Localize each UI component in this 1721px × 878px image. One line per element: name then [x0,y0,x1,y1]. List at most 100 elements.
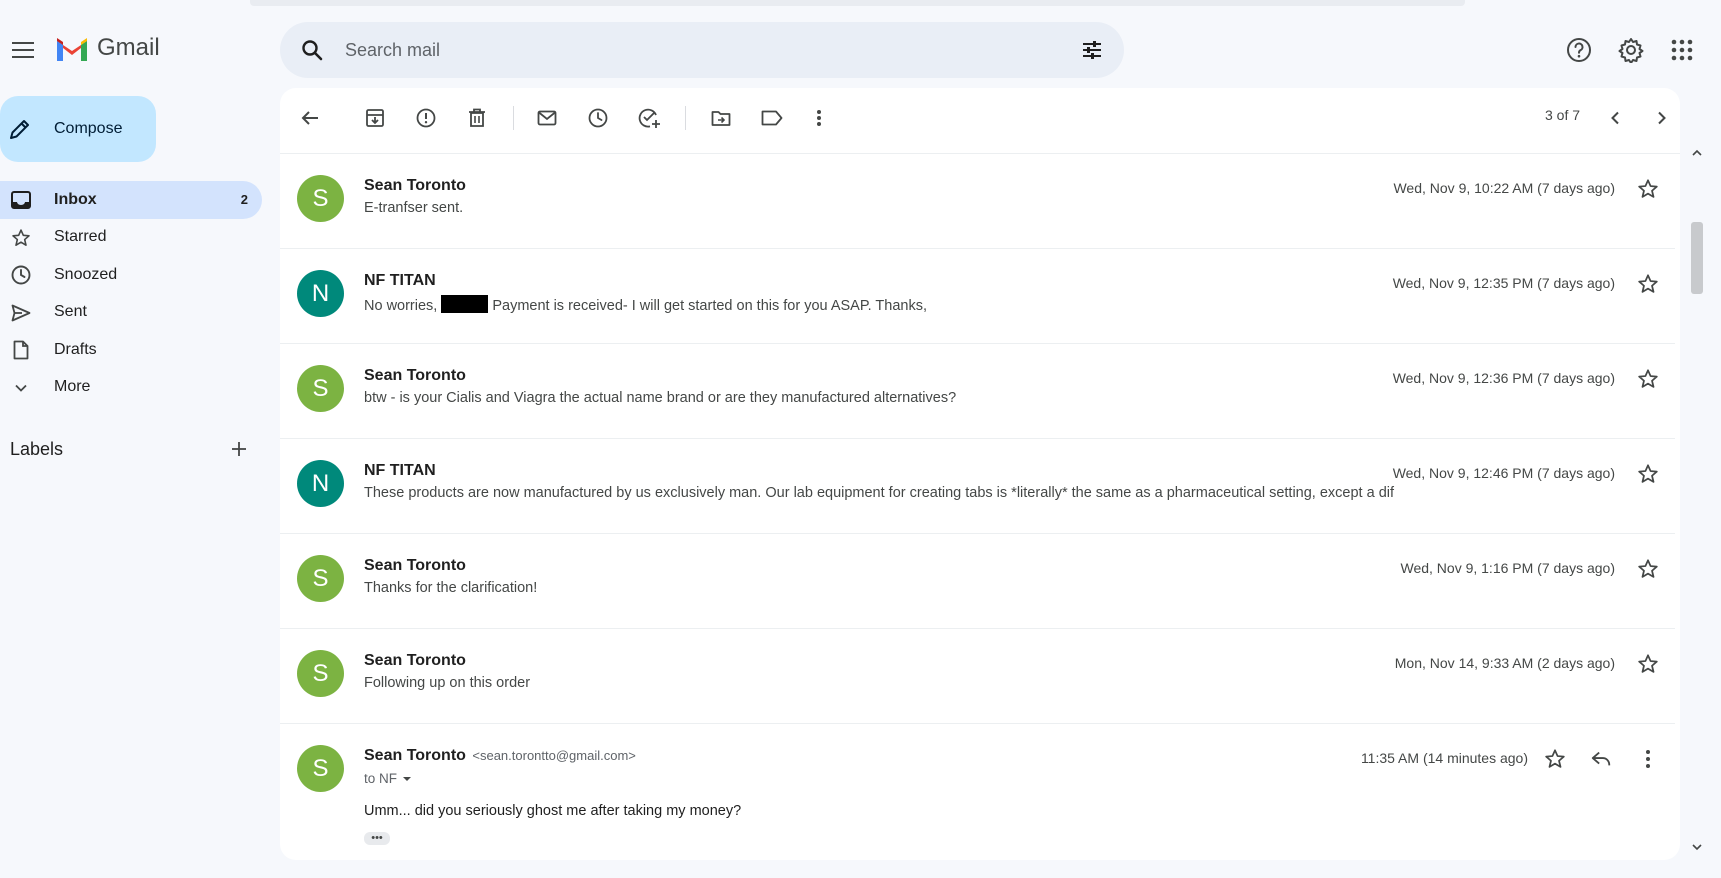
collapsed-message[interactable]: S Sean Toronto btw - is your Cialis and … [280,344,1675,439]
app-name: Gmail [97,34,160,61]
expanded-message: S Sean Toronto <sean.torontto@gmail.com>… [280,724,1675,860]
more-actions-button[interactable] [806,105,832,131]
message-date: Wed, Nov 9, 12:36 PM (7 days ago) [1392,370,1615,386]
caret-down-icon [403,776,412,781]
newer-button[interactable] [1602,105,1628,131]
redaction-box [441,295,489,313]
clock-icon [11,265,31,285]
message-date: Wed, Nov 9, 12:46 PM (7 days ago) [1392,465,1615,481]
collapsed-message[interactable]: N NF TITAN No worries, Payment is receive… [280,249,1675,344]
sidebar-item-starred[interactable]: Starred [0,219,262,257]
settings-button[interactable] [1617,36,1645,64]
star-icon[interactable] [1637,653,1659,675]
sender-email: <sean.torontto@gmail.com> [472,748,636,763]
mail-icon [537,110,557,126]
main-menu-button[interactable] [8,35,38,65]
sender-display-name: Sean Toronto [364,747,466,764]
message-date: Wed, Nov 9, 10:22 AM (7 days ago) [1393,180,1615,196]
message-date: 11:35 AM (14 minutes ago) [1360,750,1528,766]
pencil-icon [10,120,29,139]
sidebar-item-sent[interactable]: Sent [0,294,262,332]
more-vertical-icon[interactable] [1637,748,1659,770]
labels-heading: Labels [10,439,64,459]
star-icon[interactable] [1637,273,1659,295]
collapsed-message[interactable]: N NF TITAN These products are now manufa… [280,439,1675,534]
avatar: S [297,745,344,792]
support-button[interactable] [1565,36,1593,64]
collapsed-message[interactable]: S Sean Toronto E-tranfser sent. Wed, Nov… [280,154,1675,249]
star-icon[interactable] [1637,368,1659,390]
sidebar-item-label: Starred [54,228,107,246]
sidebar-item-label: More [54,378,91,396]
gmail-logo[interactable]: Gmail [55,34,160,62]
star-icon[interactable] [1544,748,1566,770]
avatar: S [297,555,344,602]
message-toolbar: 3 of 7 [280,88,1680,154]
back-button[interactable] [297,105,323,131]
browser-top-strip [0,0,1721,12]
search-icon[interactable] [300,38,324,62]
search-bar[interactable] [280,22,1124,78]
add-to-tasks-button[interactable] [636,105,662,131]
collapsed-message[interactable]: S Sean Toronto Thanks for the clarificat… [280,534,1675,629]
archive-button[interactable] [362,105,388,131]
older-button[interactable] [1649,105,1675,131]
reply-icon[interactable] [1590,748,1612,770]
archive-icon [366,109,384,127]
plus-icon[interactable] [229,439,249,459]
sidebar-nav: Inbox 2 Starred Snoozed Sent Drafts More [0,181,262,406]
draft-icon [13,340,29,360]
compose-button[interactable]: Compose [0,96,156,162]
conversation-thread: S Sean Toronto E-tranfser sent. Wed, Nov… [280,154,1675,860]
sidebar-item-inbox[interactable]: Inbox 2 [0,181,262,219]
vertical-scrollbar[interactable] [1686,142,1708,860]
message-snippet: These products are now manufactured by u… [364,485,1395,501]
label-icon [761,110,783,126]
collapsed-message[interactable]: S Sean Toronto Following up on this orde… [280,629,1675,724]
message-snippet: btw - is your Cialis and Viagra the actu… [364,390,957,406]
browser-tab-bar [250,0,1465,6]
search-options-icon[interactable] [1080,38,1104,62]
recipient-details[interactable]: to NF [364,771,413,786]
move-to-button[interactable] [708,105,734,131]
message-pane: 3 of 7 S Sean Toronto E-tranfser sent. W… [280,88,1680,860]
scroll-down-icon[interactable] [1690,840,1704,854]
star-icon[interactable] [1637,558,1659,580]
sidebar-item-snoozed[interactable]: Snoozed [0,256,262,294]
scrollbar-thumb[interactable] [1691,222,1703,294]
snippet-start: No worries, [364,298,438,314]
sidebar-item-more[interactable]: More [0,369,262,407]
sidebar-item-label: Inbox [54,190,97,208]
avatar: N [297,460,344,507]
report-spam-button[interactable] [413,105,439,131]
toolbar-divider [513,106,514,130]
gear-icon [1618,38,1644,63]
pagination-text: 3 of 7 [1545,107,1581,123]
sidebar-item-label: Snoozed [54,265,118,283]
search-input[interactable] [345,36,1005,64]
labels-button[interactable] [759,105,785,131]
sender-name: Sean Toronto <sean.torontto@gmail.com> [364,747,636,765]
snooze-button[interactable] [585,105,611,131]
avatar: S [297,650,344,697]
arrow-left-icon [301,111,318,125]
star-icon[interactable] [1637,178,1659,200]
show-trimmed-content-button[interactable]: ••• [364,832,390,845]
alert-circle-icon [416,108,436,128]
toolbar-divider [685,106,686,130]
sidebar-item-drafts[interactable]: Drafts [0,331,262,369]
chevron-left-icon [1611,111,1619,125]
chevron-right-icon [1658,111,1666,125]
star-icon[interactable] [1637,463,1659,485]
star-icon [12,228,30,246]
delete-button[interactable] [464,105,490,131]
scroll-up-icon[interactable] [1690,146,1704,160]
mark-unread-button[interactable] [534,105,560,131]
compose-label: Compose [54,120,123,137]
sender-name: Sean Toronto [364,557,466,574]
apps-button[interactable] [1668,36,1696,64]
snippet-end: Payment is received- I will get started … [492,298,928,314]
help-icon [1567,38,1591,62]
sidebar-item-label: Sent [54,303,87,321]
message-body: Umm... did you seriously ghost me after … [364,803,742,819]
